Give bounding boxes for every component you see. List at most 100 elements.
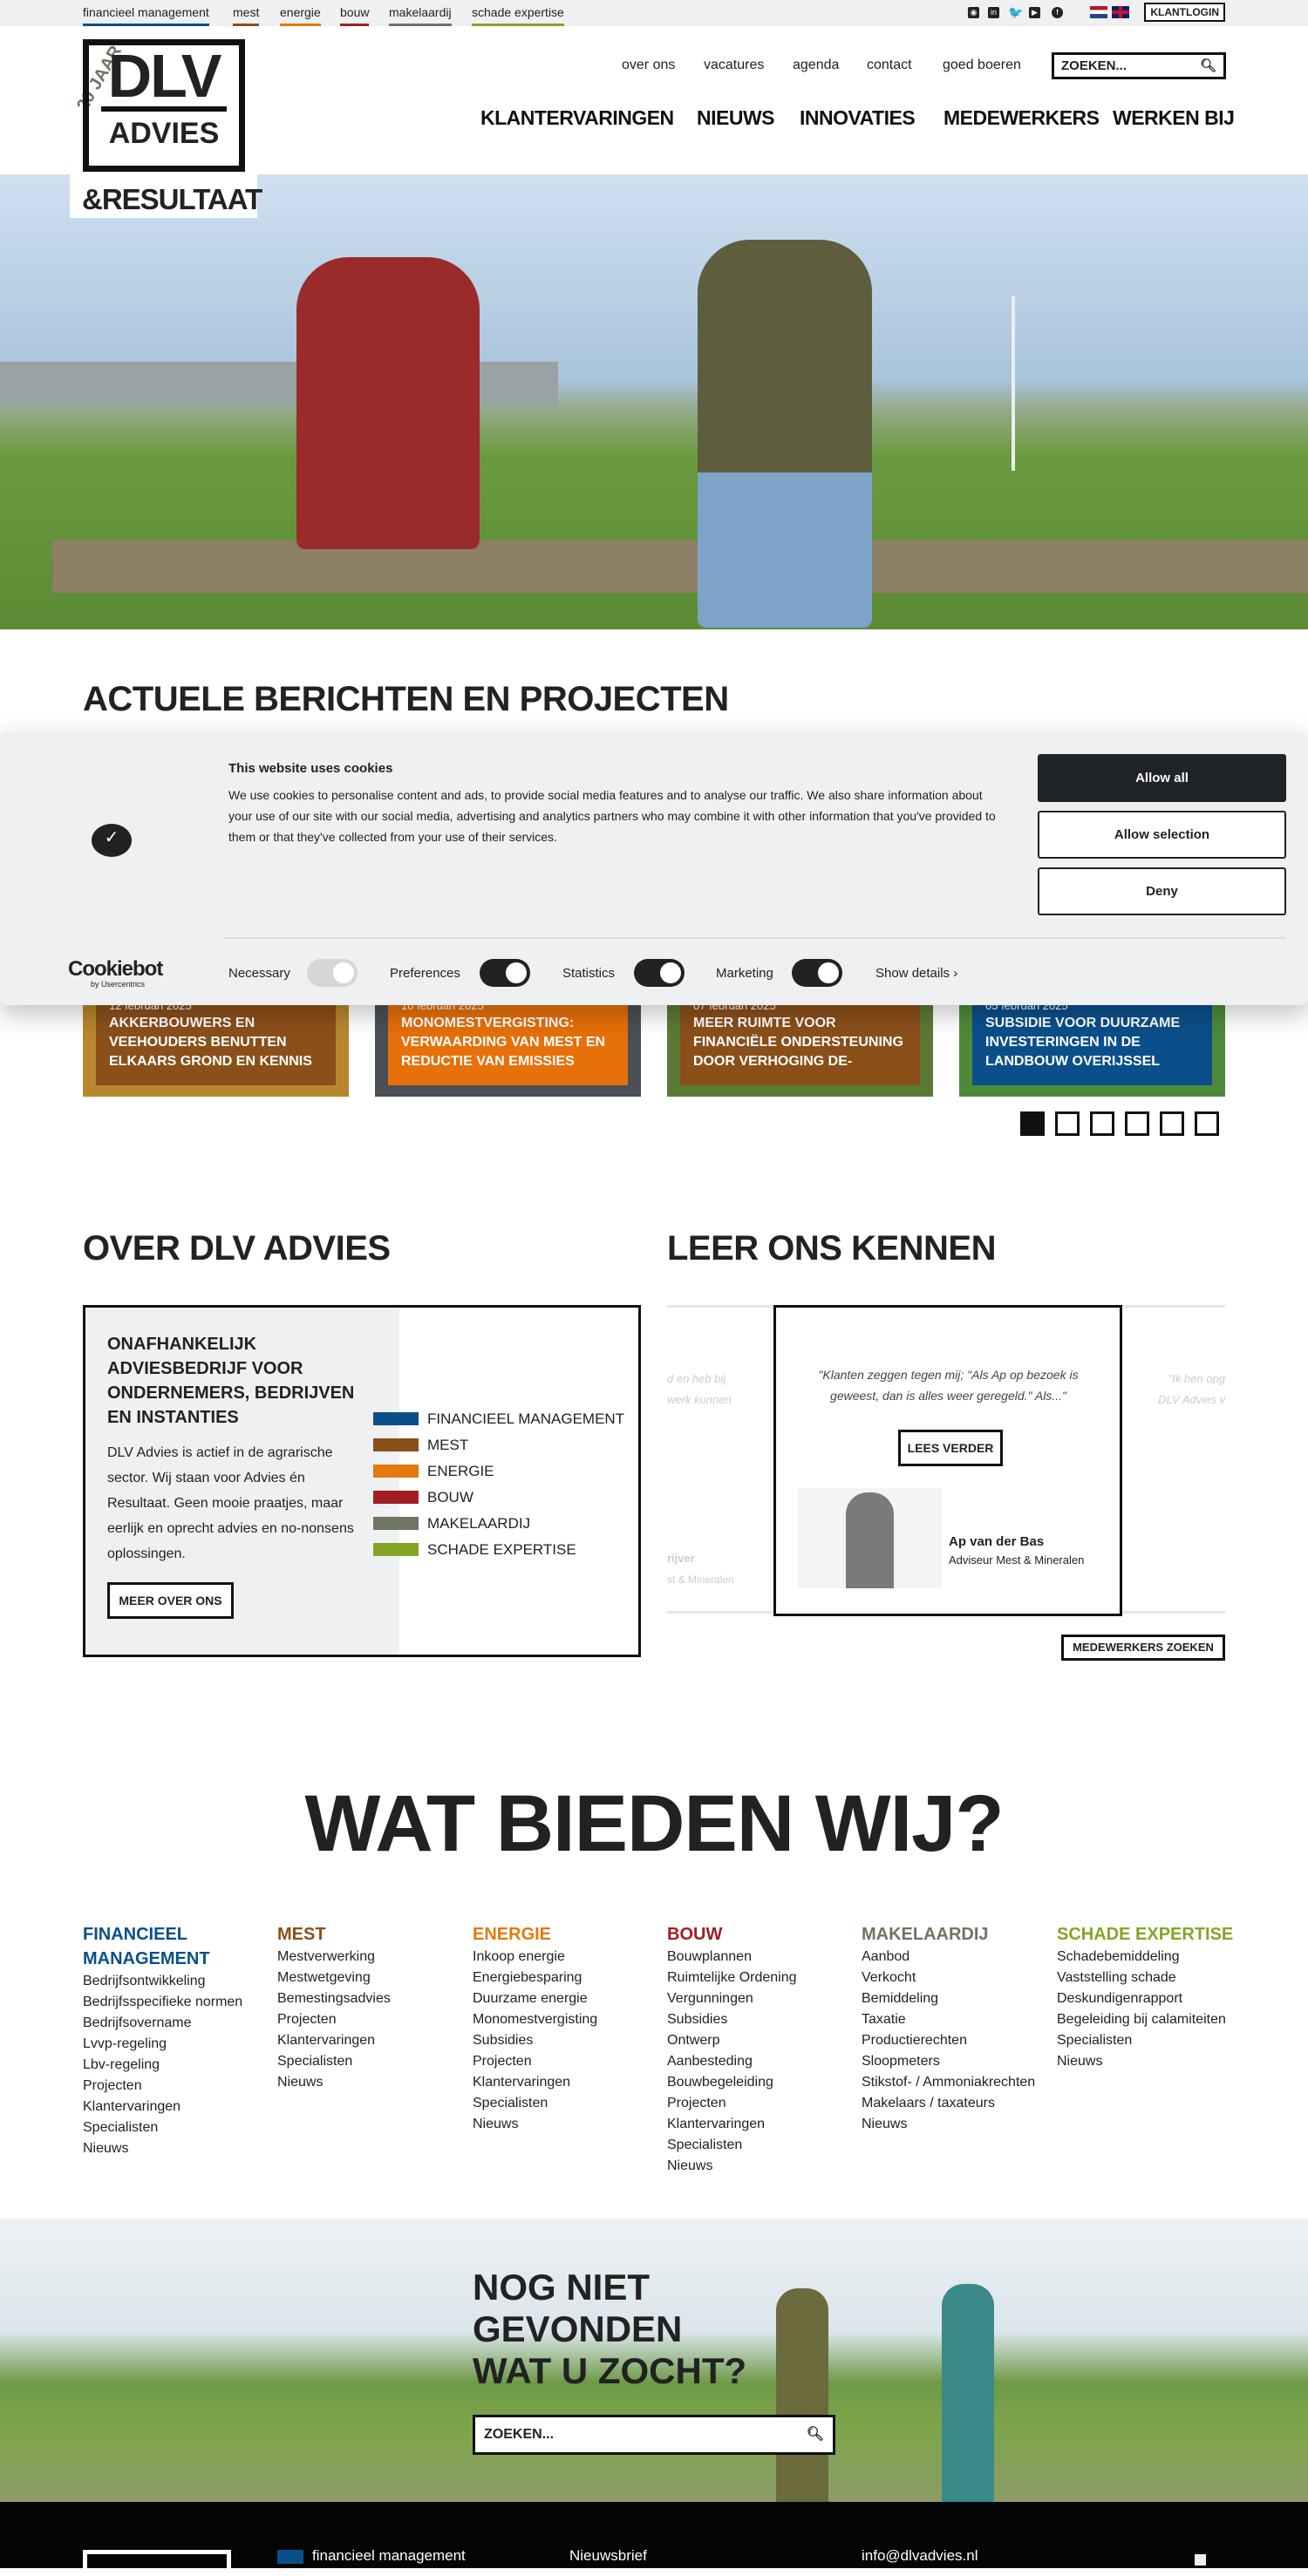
offer-link[interactable]: Ontwerp	[667, 2030, 850, 2051]
offer-link[interactable]: Bemiddeling	[862, 1988, 1045, 2009]
offer-link[interactable]: Nieuws	[1057, 2051, 1240, 2072]
offer-link[interactable]: Inkoop energie	[473, 1947, 656, 1968]
offer-link[interactable]: Energiebesparing	[473, 1968, 656, 1988]
offer-column-title[interactable]: MAKELAARDIJ	[862, 1922, 1045, 1947]
offer-link[interactable]: Nieuws	[862, 2114, 1045, 2135]
offer-link[interactable]: Bouwplannen	[667, 1947, 850, 1968]
nav-werken-bij[interactable]: WERKEN BIJ	[1113, 106, 1235, 130]
pagination-dot[interactable]	[1090, 1111, 1114, 1136]
topbar-link-schade[interactable]: schade expertise	[472, 5, 564, 26]
search-input[interactable]: ZOEKEN... 🔍︎	[1052, 52, 1226, 79]
offer-link[interactable]: Aanbod	[862, 1947, 1045, 1968]
flag-nl-icon[interactable]	[1090, 6, 1107, 18]
search-icon[interactable]: 🔍︎	[1200, 58, 1216, 73]
allow-all-button[interactable]: Allow all	[1038, 754, 1286, 802]
nav-contact[interactable]: contact	[867, 58, 912, 73]
offer-link[interactable]: Specialisten	[473, 2093, 656, 2114]
facebook-icon[interactable]: f	[1052, 7, 1063, 18]
footer-email[interactable]: info@dlvadvies.nl	[862, 2547, 978, 2565]
offer-link[interactable]: Schadebemiddeling	[1057, 1947, 1240, 1968]
marketing-toggle[interactable]	[792, 959, 842, 987]
offer-link[interactable]: Nieuws	[667, 2156, 850, 2177]
twitter-icon[interactable]: 🐦	[1008, 6, 1023, 18]
offer-link[interactable]: Mestwetgeving	[277, 1968, 460, 1988]
allow-selection-button[interactable]: Allow selection	[1038, 811, 1286, 859]
preferences-toggle[interactable]	[480, 959, 530, 987]
nav-vacatures[interactable]: vacatures	[704, 58, 764, 73]
offer-column-title[interactable]: BOUW	[667, 1922, 850, 1947]
offer-link[interactable]: Mestverwerking	[277, 1947, 460, 1968]
klantlogin-button[interactable]: KLANTLOGIN	[1144, 3, 1225, 22]
footer-link-financieel[interactable]: financieel management	[312, 2547, 466, 2565]
offer-column-title[interactable]: MEST	[277, 1922, 460, 1947]
nav-nieuws[interactable]: NIEUWS	[697, 106, 775, 130]
offer-link[interactable]: Specialisten	[667, 2135, 850, 2156]
rss-icon[interactable]: ◉	[968, 7, 979, 18]
pagination-dot-active[interactable]	[1020, 1111, 1045, 1136]
nav-klantervaringen[interactable]: KLANTERVARINGEN	[480, 106, 674, 130]
medewerkers-zoeken-button[interactable]: MEDEWERKERS ZOEKEN	[1061, 1635, 1225, 1661]
pagination-dot[interactable]	[1125, 1111, 1149, 1136]
offer-link[interactable]: Vergunningen	[667, 1988, 850, 2009]
offer-link[interactable]: Klantervaringen	[473, 2072, 656, 2093]
offer-link[interactable]: Klantervaringen	[83, 2097, 266, 2117]
nav-over-ons[interactable]: over ons	[622, 58, 675, 73]
statistics-toggle[interactable]	[634, 959, 685, 987]
nav-innovaties[interactable]: INNOVATIES	[800, 106, 916, 130]
meer-over-ons-button[interactable]: MEER OVER ONS	[107, 1582, 234, 1619]
offer-link[interactable]: Bedrijfsspecifieke normen	[83, 1992, 266, 2013]
offer-link[interactable]: Lbv-regeling	[83, 2055, 266, 2076]
offer-link[interactable]: Vaststelling schade	[1057, 1968, 1240, 1988]
offer-link[interactable]: Sloopmeters	[862, 2051, 1045, 2072]
offer-link[interactable]: Projecten	[83, 2076, 266, 2097]
nav-agenda[interactable]: agenda	[793, 58, 839, 73]
offer-link[interactable]: Makelaars / taxateurs	[862, 2093, 1045, 2114]
deny-button[interactable]: Deny	[1038, 867, 1286, 915]
topbar-link-financieel[interactable]: financieel management	[83, 5, 209, 26]
offer-link[interactable]: Projecten	[473, 2051, 656, 2072]
offer-link[interactable]: Projecten	[277, 2009, 460, 2030]
offer-link[interactable]: Productierechten	[862, 2030, 1045, 2051]
offer-link[interactable]: Taxatie	[862, 2009, 1045, 2030]
offer-link[interactable]: Specialisten	[83, 2117, 266, 2138]
offer-link[interactable]: Deskundigenrapport	[1057, 1988, 1240, 2009]
search-icon[interactable]: 🔍︎	[807, 2425, 824, 2443]
topbar-link-mest[interactable]: mest	[233, 5, 260, 26]
offer-link[interactable]: Nieuws	[83, 2138, 266, 2159]
flag-uk-icon[interactable]	[1112, 6, 1129, 18]
offer-link[interactable]: Bedrijfsontwikkeling	[83, 1971, 266, 1992]
offer-link[interactable]: Specialisten	[1057, 2030, 1240, 2051]
team-carousel[interactable]: d en heb bij werk kunnen rijver st & Min…	[667, 1305, 1225, 1616]
nav-medewerkers[interactable]: MEDEWERKERS	[944, 106, 1100, 130]
offer-link[interactable]: Bemestingsadvies	[277, 1988, 460, 2009]
topbar-link-makelaardij[interactable]: makelaardij	[389, 5, 452, 26]
offer-link[interactable]: Bouwbegeleiding	[667, 2072, 850, 2093]
offer-link[interactable]: Ruimtelijke Ordening	[667, 1968, 850, 1988]
offer-link[interactable]: Nieuws	[473, 2114, 656, 2135]
banner-search-input[interactable]: ZOEKEN... 🔍︎	[473, 2415, 835, 2455]
pagination-dot[interactable]	[1195, 1111, 1219, 1136]
topbar-link-bouw[interactable]: bouw	[340, 5, 370, 26]
offer-column-title[interactable]: FINANCIEEL MANAGEMENT	[83, 1922, 266, 1971]
topbar-link-energie[interactable]: energie	[280, 5, 321, 26]
offer-link[interactable]: Subsidies	[473, 2030, 656, 2051]
offer-link[interactable]: Klantervaringen	[277, 2030, 460, 2051]
offer-link[interactable]: Begeleiding bij calamiteiten	[1057, 2009, 1240, 2030]
pagination-dot[interactable]	[1055, 1111, 1080, 1136]
lees-verder-button[interactable]: LEES VERDER	[898, 1430, 1003, 1466]
youtube-icon[interactable]: ▶	[1029, 7, 1040, 18]
offer-link[interactable]: Projecten	[667, 2093, 850, 2114]
offer-link[interactable]: Nieuws	[277, 2072, 460, 2093]
show-details-link[interactable]: Show details ›	[875, 966, 957, 981]
offer-column-title[interactable]: SCHADE EXPERTISE	[1057, 1922, 1240, 1947]
offer-link[interactable]: Bedrijfsovername	[83, 2013, 266, 2034]
offer-link[interactable]: Duurzame energie	[473, 1988, 656, 2009]
offer-link[interactable]: Stikstof- / Ammoniakrechten	[862, 2072, 1045, 2093]
linkedin-icon[interactable]: in	[988, 7, 999, 18]
pagination-dot[interactable]	[1160, 1111, 1184, 1136]
offer-link[interactable]: Aanbesteding	[667, 2051, 850, 2072]
footer-link-nieuwsbrief[interactable]: Nieuwsbrief	[569, 2547, 647, 2565]
logo[interactable]: 20 JAAR DLV ADVIES &RESULTAAT	[70, 26, 262, 218]
rss-icon[interactable]	[1195, 2554, 1206, 2566]
offer-link[interactable]: Monomestvergisting	[473, 2009, 656, 2030]
